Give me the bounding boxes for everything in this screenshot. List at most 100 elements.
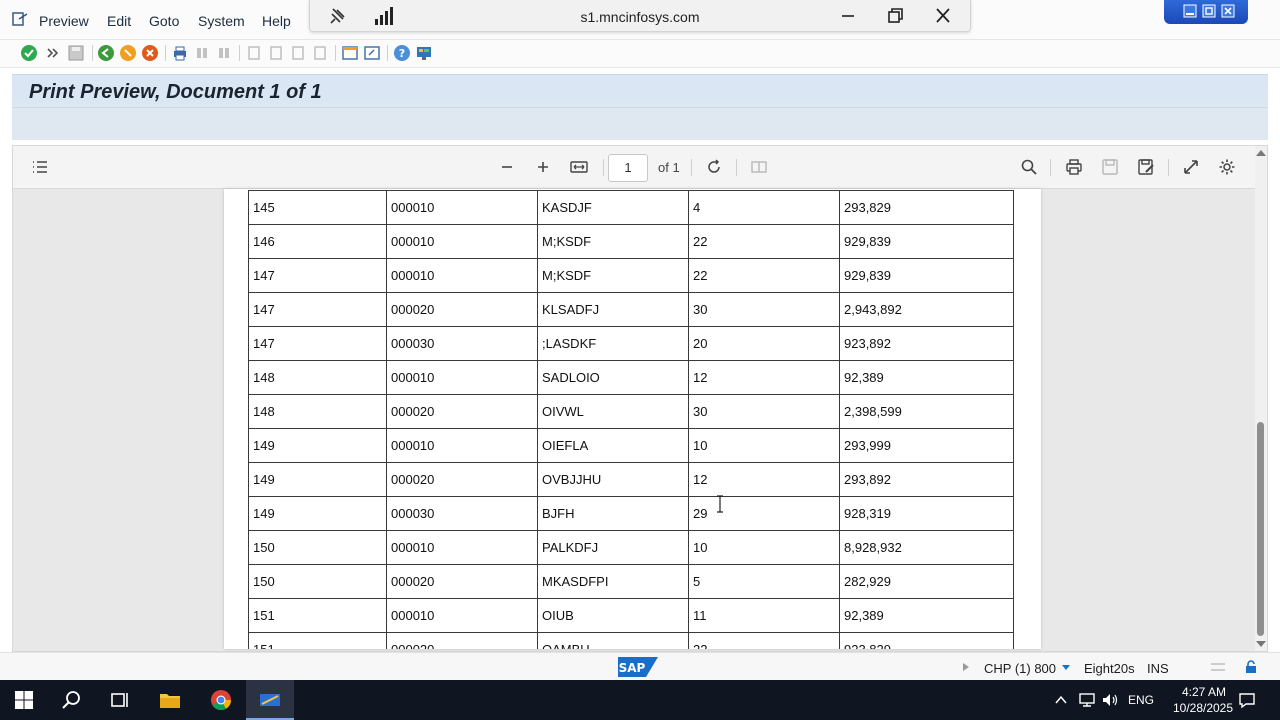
toolbar-separator [92, 45, 93, 61]
save-as-icon[interactable] [1137, 158, 1155, 176]
sap-toolbar: ? [0, 40, 1280, 68]
table-cell: 151 [248, 632, 387, 649]
table-cell: 149 [248, 496, 387, 531]
menu-goto[interactable]: Goto [149, 13, 179, 29]
previous-page-icon[interactable] [267, 44, 285, 62]
scrollbar-thumb[interactable] [1257, 422, 1264, 636]
task-view-icon[interactable] [108, 688, 132, 712]
next-page-icon[interactable] [289, 44, 307, 62]
table-row: 148 000010 SADLOIO 12 92,389 [248, 360, 1014, 395]
vertical-scrollbar[interactable] [1255, 146, 1267, 651]
expand-command-icon[interactable] [44, 44, 62, 62]
page-count: of 1 [658, 160, 680, 175]
generate-shortcut-icon[interactable] [363, 44, 381, 62]
close-icon[interactable] [932, 6, 954, 26]
window-minimize-icon[interactable] [1182, 4, 1198, 18]
system-info[interactable]: CHP (1) 800 [984, 661, 1056, 676]
scroll-up-arrow[interactable] [1256, 150, 1266, 156]
table-cell: PALKDFJ [537, 530, 689, 565]
table-cell: 000010 [386, 258, 538, 293]
table-cell: 000020 [386, 292, 538, 327]
back-icon[interactable] [97, 44, 115, 62]
language-indicator[interactable]: ENG [1128, 693, 1154, 707]
pdf-toolbar-separator [1050, 159, 1051, 176]
table-cell: 10 [688, 428, 840, 463]
help-icon[interactable]: ? [393, 44, 411, 62]
page-number-input[interactable]: 1 [608, 154, 648, 182]
windows-start-icon[interactable] [12, 688, 36, 712]
table-cell: 145 [248, 190, 387, 225]
table-cell: 000010 [386, 530, 538, 565]
print-icon[interactable] [1065, 158, 1083, 176]
save-icon[interactable] [67, 44, 85, 62]
first-page-icon[interactable] [245, 44, 263, 62]
table-cell: 147 [248, 258, 387, 293]
enter-checkmark-icon[interactable] [20, 44, 38, 62]
file-explorer-icon[interactable] [158, 688, 182, 712]
session-layout-icon[interactable] [1210, 661, 1226, 673]
table-cell: 2,398,599 [839, 394, 1014, 429]
last-page-icon[interactable] [311, 44, 329, 62]
download-icon[interactable] [1101, 158, 1119, 176]
pdf-toolbar-separator [691, 159, 692, 176]
pdf-viewer: 1 of 1 145 000010 KASDJF 4 293,829 146 0… [12, 145, 1268, 652]
zoom-in-icon[interactable] [534, 158, 552, 176]
table-cell: 149 [248, 462, 387, 497]
network-icon[interactable] [1078, 692, 1096, 708]
chrome-icon[interactable] [209, 688, 233, 712]
volume-icon[interactable] [1101, 692, 1119, 708]
settings-gear-icon[interactable] [1218, 158, 1236, 176]
search-icon[interactable] [60, 688, 84, 712]
window-close-icon[interactable] [1220, 4, 1236, 18]
window-maximize-icon[interactable] [1201, 4, 1217, 18]
notifications-icon[interactable] [1238, 691, 1256, 709]
create-session-icon[interactable] [341, 44, 359, 62]
table-cell: 11 [688, 598, 840, 633]
table-cell: 146 [248, 224, 387, 259]
find-icon[interactable] [193, 44, 211, 62]
fit-width-icon[interactable] [570, 158, 588, 176]
window-controls [1164, 0, 1248, 24]
menu-edit[interactable]: Edit [107, 13, 131, 29]
table-row: 147 000020 KLSADFJ 30 2,943,892 [248, 292, 1014, 327]
cancel-icon[interactable] [141, 44, 159, 62]
rotate-icon[interactable] [705, 158, 723, 176]
exit-icon[interactable] [119, 44, 137, 62]
table-cell: OVBJJHU [537, 462, 689, 497]
table-cell: 929,839 [839, 258, 1014, 293]
table-cell: 000010 [386, 224, 538, 259]
minimize-icon[interactable] [837, 6, 859, 26]
restore-icon[interactable] [884, 6, 906, 26]
clock-date[interactable]: 10/28/2025 [1161, 701, 1245, 715]
sap-logon-icon[interactable] [258, 688, 282, 712]
svg-text:?: ? [399, 47, 405, 60]
outline-list-icon[interactable] [31, 158, 49, 176]
table-row: 148 000020 OIVWL 30 2,398,599 [248, 394, 1014, 429]
customize-layout-icon[interactable] [415, 44, 433, 62]
scroll-down-arrow[interactable] [1256, 641, 1266, 647]
menu-system[interactable]: System [198, 13, 245, 29]
search-icon[interactable] [1020, 158, 1038, 176]
two-page-view-icon[interactable] [750, 158, 768, 176]
table-cell: 293,892 [839, 462, 1014, 497]
menu-help[interactable]: Help [262, 13, 291, 29]
remote-url: s1.mncinfosys.com [580, 9, 700, 25]
zoom-out-icon[interactable] [498, 158, 516, 176]
menu-preview[interactable]: Preview [39, 13, 89, 29]
print-icon[interactable] [171, 44, 189, 62]
status-expand-icon[interactable] [961, 662, 971, 672]
lock-icon[interactable] [1244, 660, 1258, 674]
table-cell: 30 [688, 292, 840, 327]
input-mode[interactable]: INS [1147, 661, 1169, 676]
show-hidden-icons-icon[interactable] [1054, 694, 1068, 706]
table-cell: OAMBU [537, 632, 689, 649]
table-cell: 923,829 [839, 632, 1014, 649]
menu-exit-icon[interactable] [12, 12, 28, 26]
table-cell: 20 [688, 326, 840, 361]
toolbar-separator [387, 45, 388, 61]
find-next-icon[interactable] [215, 44, 233, 62]
title-band: Print Preview, Document 1 of 1 [12, 74, 1268, 140]
clock-time[interactable]: 4:27 AM [1169, 685, 1239, 699]
chevron-down-icon[interactable] [1061, 664, 1071, 672]
fullscreen-icon[interactable] [1182, 158, 1200, 176]
